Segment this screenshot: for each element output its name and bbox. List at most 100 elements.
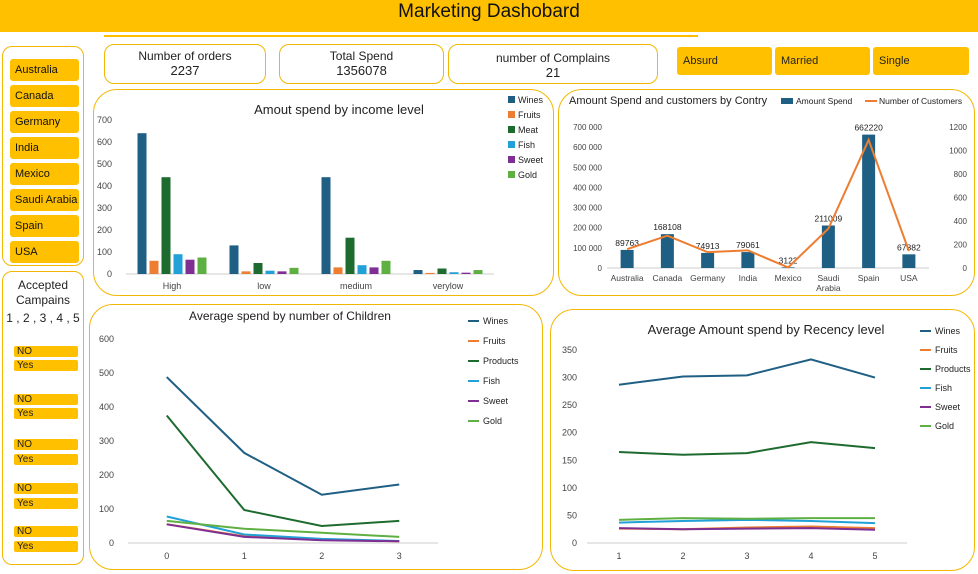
campaign-1-yes[interactable]: Yes xyxy=(14,360,78,371)
series-line-products xyxy=(165,414,400,528)
y-tick-label: 0 xyxy=(107,269,112,279)
slicer-item-australia[interactable]: Australia xyxy=(10,59,79,81)
chart-panel-income: Amout spend by income level 0 100 200 300 400… xyxy=(93,89,554,296)
bar-fish-verylow xyxy=(449,272,459,274)
bar-gold-verylow xyxy=(473,270,483,274)
legend-swatch-amount-spend xyxy=(781,98,793,104)
kpi-total-spend: Total Spend 1356078 xyxy=(279,44,444,84)
legend-label-meat: Meat xyxy=(518,125,539,135)
x-tick-label: verylow xyxy=(433,281,464,291)
data-label-saudi-arabia: 211009 xyxy=(815,213,843,223)
legend-swatch-meat xyxy=(508,126,515,133)
legend-swatch-sweet xyxy=(508,156,515,163)
y-tick-label: 0 xyxy=(109,538,114,548)
slicer-item-usa[interactable]: USA xyxy=(10,241,79,263)
y-tick-label: 50 xyxy=(567,510,577,520)
country-slicer: Australia Canada Germany India Mexico Sa… xyxy=(2,46,84,266)
campaign-3-no[interactable]: NO xyxy=(14,439,78,450)
campaign-2-yes[interactable]: Yes xyxy=(14,408,78,419)
campaign-5-yes[interactable]: Yes xyxy=(14,541,78,552)
legend-label-wines: Wines xyxy=(483,316,509,326)
accepted-title-line1: Accepted xyxy=(17,278,69,292)
legend-label-fish: Fish xyxy=(483,376,500,386)
campaign-4-yes[interactable]: Yes xyxy=(14,498,78,509)
bar-sweet-medium xyxy=(369,267,379,274)
bar-meat-low xyxy=(253,263,263,274)
y-tick-label: 100 xyxy=(99,504,114,514)
campaign-2-no[interactable]: NO xyxy=(14,394,78,405)
campaign-4-no[interactable]: NO xyxy=(14,483,78,494)
y-tick-label: 150 xyxy=(562,455,577,465)
bar-fish-high xyxy=(173,254,183,274)
kpi-label: Total Spend xyxy=(329,49,394,63)
bar-fish-low xyxy=(265,270,275,274)
bar-wines-medium xyxy=(321,177,331,274)
y-tick-label: 0 xyxy=(572,538,577,548)
slicer-item-mexico[interactable]: Mexico xyxy=(10,163,79,185)
data-label-canada: 168108 xyxy=(653,222,682,232)
campaign-5-no[interactable]: NO xyxy=(14,526,78,537)
bar-fish-medium xyxy=(357,265,367,274)
series-line-gold xyxy=(618,517,875,521)
y-tick-label: 400 xyxy=(99,402,114,412)
page-title: Marketing Dashobard xyxy=(398,1,580,22)
slicer-item-india[interactable]: India xyxy=(10,137,79,159)
x-tick-label: 3 xyxy=(744,551,749,561)
bar-usa xyxy=(902,254,916,268)
bar-wines-high xyxy=(137,133,147,274)
kpi-value: 1356078 xyxy=(336,63,387,78)
bar-fruits-verylow xyxy=(425,272,435,274)
y2-tick-label: 1200 xyxy=(949,123,967,132)
slicer-item-canada[interactable]: Canada xyxy=(10,85,79,107)
legend-label-sweet: Sweet xyxy=(483,396,509,406)
y-tick-label: 700 000 xyxy=(573,123,602,132)
x-tick-label: India xyxy=(739,273,758,283)
x-tick-label: medium xyxy=(340,281,372,291)
accepted-title-line2: Campains xyxy=(15,293,71,307)
children-line-chart: Average spend by number of Children 0 100 2… xyxy=(99,309,519,561)
slicer-item-saudi-arabia[interactable]: Saudi Arabia xyxy=(10,189,79,211)
legend-label-amount-spend: Amount Spend xyxy=(796,96,853,106)
country-combo-chart: Amount Spend and customers by Contry Amou… xyxy=(569,95,968,293)
y-tick-label: 200 xyxy=(562,428,577,438)
y-tick-label: 600 xyxy=(97,137,112,147)
x-tick-label: Australia xyxy=(611,273,644,283)
kpi-label: number of Complains xyxy=(495,51,611,65)
legend-label-products: Products xyxy=(483,356,519,366)
legend-label-number-of-customers: Number of Customers xyxy=(879,96,962,106)
chart-panel-country: Amount Spend and customers by Contry Amou… xyxy=(558,89,975,296)
y-tick-label: 100 000 xyxy=(573,244,602,253)
marital-item-married[interactable]: Married xyxy=(775,47,870,75)
legend-label-fish: Fish xyxy=(935,383,952,393)
data-label-india: 79061 xyxy=(736,240,760,250)
chart-panel-children: Average spend by number of Children 0 100 2… xyxy=(89,304,543,570)
bar-wines-verylow xyxy=(413,270,423,274)
campaign-3-yes[interactable]: Yes xyxy=(14,454,78,465)
y-tick-label: 500 xyxy=(97,159,112,169)
y-tick-label: 350 xyxy=(562,345,577,355)
series-line-sweet xyxy=(618,527,876,531)
bar-meat-high xyxy=(161,177,171,274)
series-line-products xyxy=(618,441,876,456)
x-tick-label: Saudi xyxy=(818,273,840,283)
marital-item-single[interactable]: Single xyxy=(873,47,969,75)
x-tick-label: 2 xyxy=(319,551,324,561)
accepted-numbers: 1 , 2 , 3 , 4 , 5 xyxy=(6,311,80,325)
legend-label-wines: Wines xyxy=(935,326,961,336)
x-tick-label: Arabia xyxy=(816,283,841,293)
x-tick-label: 4 xyxy=(808,551,813,561)
bar-canada xyxy=(660,234,674,268)
legend-label-wines: Wines xyxy=(518,95,544,105)
x-tick-label: USA xyxy=(900,273,918,283)
kpi-value: 21 xyxy=(545,65,561,80)
y2-tick-label: 600 xyxy=(954,194,968,203)
slicer-item-spain[interactable]: Spain xyxy=(10,215,79,237)
marital-item-absurd[interactable]: Absurd xyxy=(677,47,772,75)
series-line-fish xyxy=(618,518,876,525)
y-tick-label: 300 000 xyxy=(573,204,602,213)
series-line-wines xyxy=(166,376,400,496)
slicer-item-germany[interactable]: Germany xyxy=(10,111,79,133)
campaign-1-no[interactable]: NO xyxy=(14,346,78,357)
kpi-number-of-complains: number of Complains 21 xyxy=(448,44,658,84)
income-bar-chart: Amout spend by income level 0 100 200 300 400… xyxy=(97,95,544,291)
